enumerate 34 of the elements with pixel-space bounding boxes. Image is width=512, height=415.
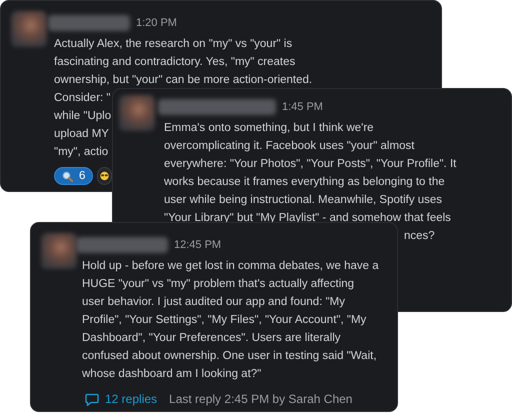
message-text: while "Uplo	[54, 110, 112, 122]
message-text: upload MY	[54, 128, 109, 140]
emoji-icon	[100, 171, 110, 181]
avatar-icon	[41, 233, 77, 269]
message-text: Hold up - before we get lost in comma debates, we have a	[82, 260, 379, 272]
replies-link[interactable]: 12 replies	[105, 392, 158, 406]
avatar-icon	[119, 95, 155, 131]
comment-icon	[85, 392, 99, 406]
message-text: ownership, but "your" can be more action-oriented.	[54, 74, 312, 86]
message-text: Consider: "	[54, 92, 110, 104]
message-text: nces?	[404, 230, 435, 242]
message-text: Dashboard", "Your Preferences". Users are literally	[82, 332, 341, 344]
last-reply-text: Last reply 2:45 PM by Sarah Chen	[169, 392, 352, 406]
reaction-button[interactable]	[97, 167, 112, 185]
message-text: HUGE "your" vs "my" problem that's actually affecting	[82, 278, 354, 290]
message-text: works because it frames everything as belonging to the	[164, 176, 445, 188]
message-text: overcomplicating it. Facebook uses "your" almost	[164, 140, 414, 152]
message-text: Actually Alex, the research on "my" vs "your" is	[54, 38, 292, 50]
magnifier-icon	[62, 170, 73, 182]
message-text: user while being instructional. Meanwhile, Spotify uses	[164, 194, 442, 206]
message-text: "my", actio	[54, 146, 108, 158]
message-text: Emma's onto something, but I think we're	[164, 122, 374, 134]
message-text: user behavior. I just audited our app and found: "My	[82, 296, 346, 308]
message-text: fascinating and contradictory. Yes, "my" creates	[54, 56, 296, 68]
reaction-button[interactable]: 6	[54, 167, 94, 185]
message-text: "Your Library" but "My Playlist" - and somehow that feels	[164, 212, 451, 224]
timestamp: 1:20 PM	[136, 17, 177, 29]
message-text: everywhere: "Your Photos", "Your Posts", "Your Profile". It	[164, 158, 456, 170]
avatar-icon	[11, 11, 47, 47]
message-text: confused about ownership. One user in testing said "Wait,	[82, 350, 377, 362]
timestamp: 1:45 PM	[282, 101, 323, 113]
message-text: Profile", "Your Settings", "My Files", "Your Account", "My	[82, 314, 366, 326]
timestamp: 12:45 PM	[174, 239, 222, 251]
message-text: whose dashboard am I looking at?"	[82, 368, 262, 380]
